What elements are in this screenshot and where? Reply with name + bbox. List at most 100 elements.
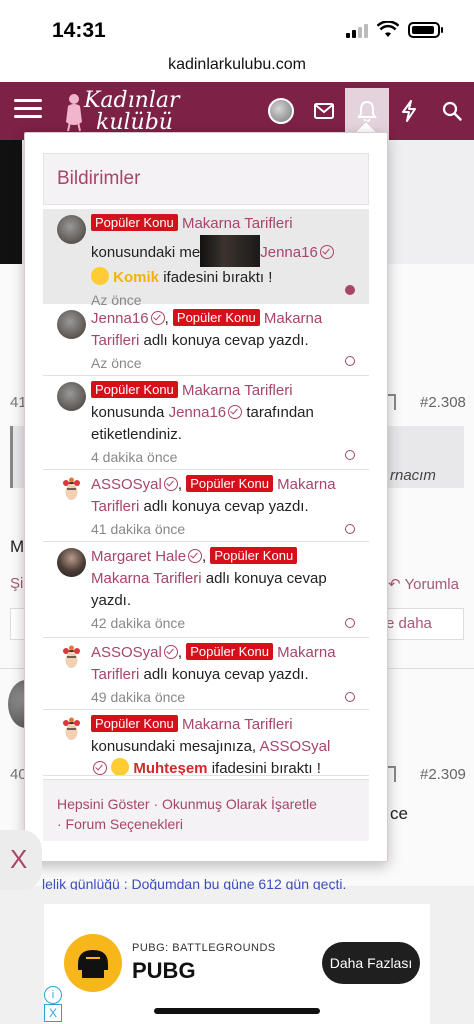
popular-badge: Popüler Konu — [210, 547, 298, 564]
battery-icon — [408, 22, 443, 38]
comma: , — [202, 548, 207, 565]
notification-item[interactable]: ASSOSyal, Popüler Konu Makarna Tarifleri… — [43, 470, 369, 542]
heart-eyes-emoji-icon — [111, 758, 130, 775]
verified-icon — [188, 549, 203, 563]
popular-badge: Popüler Konu — [91, 214, 178, 231]
thread-link[interactable]: Makarna Tarifleri — [182, 382, 293, 399]
ad-close-label: X — [10, 844, 28, 874]
laughing-emoji-icon — [91, 267, 109, 285]
post-number-2[interactable]: #2.309 — [420, 766, 466, 783]
reply-link[interactable]: ↶ Yorumla — [388, 575, 459, 593]
notification-text: adlı konuya cevap yazdı. — [143, 666, 309, 683]
site-logo[interactable]: Kadınlar kulübü — [62, 86, 192, 136]
pubg-logo-icon — [64, 934, 122, 992]
comma: , — [177, 476, 183, 493]
popular-badge: Popüler Konu — [186, 643, 273, 660]
ad-cta-button[interactable]: Daha Fazlası — [322, 942, 420, 984]
status-bar: 14:31 — [0, 0, 474, 52]
post-number-1[interactable]: #2.308 — [420, 394, 466, 411]
notification-text-2: ifadesini bıraktı ! — [211, 760, 321, 776]
user-link[interactable]: Jenna16 — [260, 244, 318, 261]
avatar[interactable] — [57, 644, 86, 673]
reply-label: Yorumla — [404, 576, 459, 593]
avatar[interactable] — [57, 382, 86, 411]
ad-close-button[interactable]: X — [0, 830, 42, 890]
logo-figure-icon — [66, 94, 82, 132]
notification-item[interactable]: Jenna16, Popüler Konu Makarna Tarifleri … — [43, 304, 369, 376]
post-fragment-si: Şi — [10, 575, 24, 592]
more-reactions-link[interactable]: e daha — [386, 615, 432, 632]
dropdown-header: Bildirimler — [43, 153, 369, 205]
background-media — [0, 140, 22, 264]
avatar[interactable] — [57, 548, 86, 577]
read-marker[interactable] — [345, 450, 355, 460]
user-avatar[interactable] — [268, 98, 294, 124]
ad-banner[interactable]: PUBG: BATTLEGROUNDS PUBG Daha Fazlası — [44, 904, 430, 1024]
notifications-dropdown: Bildirimler Popüler Konu Makarna Tarifle… — [24, 132, 388, 862]
comma: , — [164, 310, 169, 327]
verified-icon — [93, 761, 107, 775]
search-icon[interactable] — [435, 94, 469, 128]
reply-icon: ↶ — [388, 576, 401, 593]
notification-text: konusundaki me — [91, 244, 201, 261]
footer-separator: · — [149, 796, 163, 812]
verified-icon — [163, 645, 178, 659]
popular-badge: Popüler Konu — [91, 381, 178, 398]
unread-dot[interactable] — [345, 285, 355, 295]
notification-time: 41 dakika önce — [91, 521, 186, 537]
reaction-label: Muhteşem — [133, 760, 208, 776]
avatar[interactable] — [57, 716, 86, 745]
thread-link[interactable]: Makarna Tarifleri — [182, 215, 293, 232]
notification-time: 42 dakika önce — [91, 615, 186, 631]
verified-icon — [150, 311, 165, 325]
user-link[interactable]: ASSOSyal — [91, 476, 162, 493]
user-link[interactable]: ASSOSyal — [259, 738, 330, 755]
read-marker[interactable] — [345, 524, 355, 534]
user-link[interactable]: Jenna16 — [91, 310, 149, 327]
status-time: 14:31 — [52, 19, 106, 42]
verified-icon — [228, 405, 243, 419]
user-link[interactable]: ASSOSyal — [91, 644, 162, 661]
dropdown-footer: Hepsini Göster · Okunmuş Olarak İşaretle… — [43, 779, 369, 841]
popular-badge: Popüler Konu — [172, 309, 260, 326]
wifi-icon — [377, 21, 399, 37]
post-fragment-ce: ce — [390, 804, 408, 823]
verified-icon — [163, 477, 178, 491]
read-marker[interactable] — [345, 692, 355, 702]
avatar[interactable] — [57, 215, 86, 244]
address-bar[interactable]: kadinlarkulubu.com — [0, 52, 474, 82]
thread-link[interactable]: Makarna Tarifleri — [182, 716, 293, 733]
read-marker[interactable] — [345, 618, 355, 628]
avatar[interactable] — [57, 310, 86, 339]
notification-item[interactable]: ASSOSyal, Popüler Konu Makarna Tarifleri… — [43, 638, 369, 710]
notification-item[interactable]: Margaret Hale, Popüler Konu Makarna Tari… — [43, 542, 369, 638]
home-indicator — [154, 1008, 320, 1014]
notification-item[interactable]: Popüler Konu Makarna Tarifleri konusunda… — [43, 209, 369, 308]
read-marker[interactable] — [345, 356, 355, 366]
avatar[interactable] — [57, 476, 86, 505]
notification-time: 49 dakika önce — [91, 689, 186, 705]
notification-text: konusunda — [91, 404, 165, 421]
inline-image — [200, 235, 261, 267]
ad-title: PUBG — [132, 958, 196, 983]
menu-icon[interactable] — [14, 97, 42, 121]
notification-item[interactable]: Popüler Konu Makarna Tarifleri konusunda… — [43, 376, 369, 470]
user-link[interactable]: Margaret Hale — [91, 548, 186, 565]
notification-text: adlı konuya cevap yazdı. — [143, 498, 309, 515]
notification-time: 4 dakika önce — [91, 449, 178, 465]
notification-text: adlı konuya cevap yazdı. — [143, 332, 309, 349]
thread-link[interactable]: Makarna Tarifleri — [91, 570, 202, 587]
ad-sponsor: PUBG: BATTLEGROUNDS — [132, 942, 276, 954]
mark-read-link[interactable]: Okunmuş Olarak İşaretle — [162, 796, 317, 812]
envelope-icon[interactable] — [307, 94, 341, 128]
popular-badge: Popüler Konu — [91, 715, 178, 732]
post-fragment-m: M — [10, 537, 25, 556]
show-all-link[interactable]: Hepsini Göster — [57, 796, 150, 812]
notification-item[interactable]: Popüler Konu Makarna Tarifleri konusunda… — [43, 710, 369, 776]
user-link[interactable]: Jenna16 — [169, 404, 227, 421]
notification-text-2: ifadesini bıraktı ! — [163, 269, 273, 286]
ad-dismiss-icon[interactable]: X — [44, 1004, 62, 1022]
lightning-icon[interactable] — [392, 94, 426, 128]
ad-info-icon[interactable]: i — [44, 986, 62, 1004]
forum-preferences-link[interactable]: · Forum Seçenekleri — [57, 816, 183, 832]
